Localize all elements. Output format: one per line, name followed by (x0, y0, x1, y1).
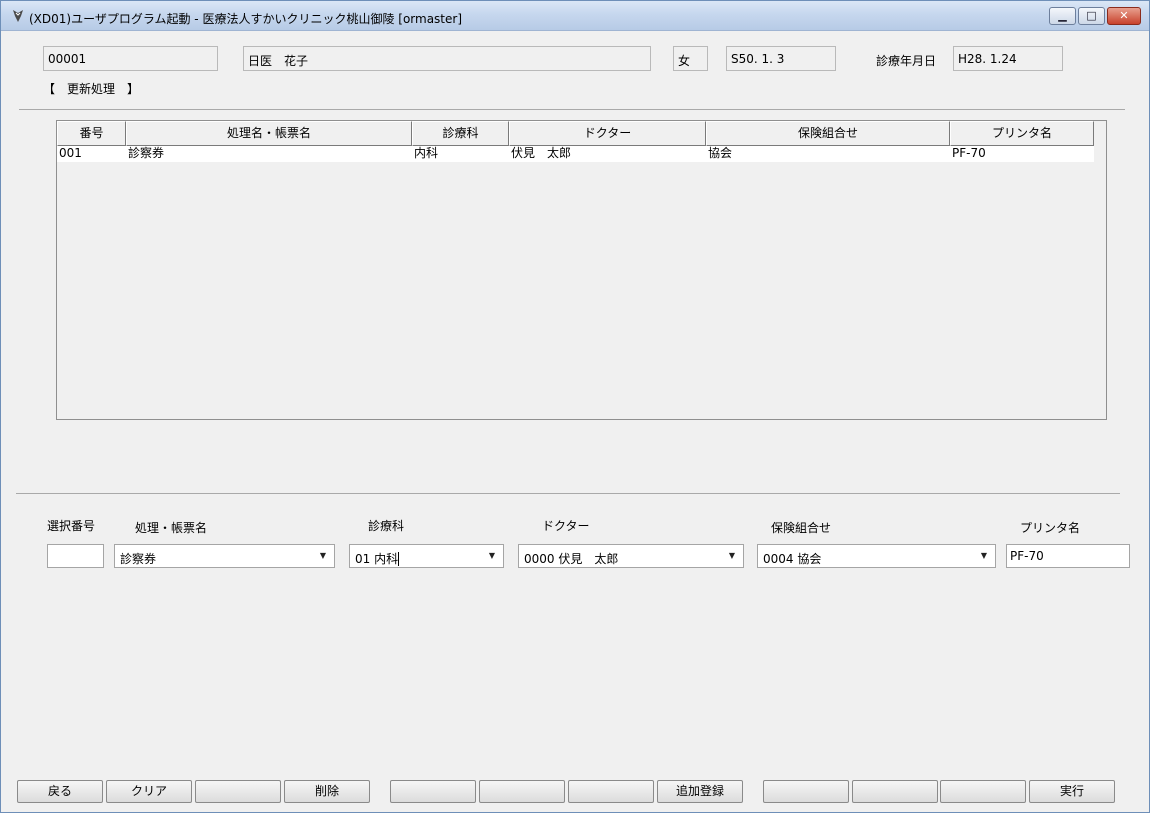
column-header-department[interactable]: 診療科 (412, 121, 509, 146)
chevron-down-icon[interactable]: ▼ (721, 545, 743, 567)
column-header-printer[interactable]: プリンタ名 (950, 121, 1094, 146)
process-name-label: 処理・帳票名 (135, 521, 208, 535)
function-key-7-button[interactable] (568, 780, 654, 803)
insurance-value: 0004 協会 (763, 552, 822, 566)
execute-button[interactable]: 実行 (1029, 780, 1115, 803)
close-button[interactable]: ✕ (1107, 7, 1141, 25)
department-value: 01 内科 (352, 546, 480, 566)
function-key-6-button[interactable] (479, 780, 565, 803)
select-number-input[interactable] (47, 544, 104, 568)
minimize-icon: ▁ (1058, 9, 1067, 22)
cell-insurance: 協会 (708, 146, 733, 160)
doctor-label: ドクター (542, 519, 590, 533)
chevron-down-icon[interactable]: ▼ (312, 545, 334, 567)
window-title: (XD01)ユーザプログラム起動 - 医療法人すかいクリニック桃山御陵 [orm… (29, 12, 463, 26)
function-key-3-button[interactable] (195, 780, 281, 803)
process-name-value: 診察券 (120, 552, 157, 566)
insurance-label: 保険組合せ (771, 521, 832, 535)
process-table[interactable]: 番号 処理名・帳票名 診療科 ドクター 保険組合せ プリンタ名 001 診察券 … (56, 120, 1107, 420)
column-header-number[interactable]: 番号 (57, 121, 126, 146)
patient-name-field: 日医 花子 (243, 46, 651, 71)
printer-input[interactable]: PF-70 (1006, 544, 1130, 568)
department-value-text: 01 内科 (355, 552, 399, 566)
process-name-select[interactable]: 診察券 ▼ (114, 544, 335, 568)
department-label: 診療科 (368, 519, 405, 533)
cell-department: 内科 (414, 146, 439, 160)
visit-date-field: H28. 1.24 (953, 46, 1063, 71)
chevron-down-icon[interactable]: ▼ (973, 545, 995, 567)
function-key-9-button[interactable] (763, 780, 849, 803)
window-controls: ▁ □ ✕ (1049, 7, 1141, 25)
patient-birthdate-field: S50. 1. 3 (726, 46, 836, 71)
table-row[interactable]: 001 診察券 内科 伏見 太郎 協会 PF-70 (57, 146, 1094, 162)
title-bar: (XD01)ユーザプログラム起動 - 医療法人すかいクリニック桃山御陵 [orm… (1, 1, 1149, 31)
department-select[interactable]: 01 内科 ▼ (349, 544, 504, 568)
doctor-value: 0000 伏見 太郎 (524, 552, 619, 566)
cell-number: 001 (59, 146, 82, 160)
table-header: 番号 処理名・帳票名 診療科 ドクター 保険組合せ プリンタ名 (57, 121, 1094, 146)
function-key-5-button[interactable] (390, 780, 476, 803)
divider-middle (16, 493, 1120, 494)
mode-label: 【 更新処理 】 (43, 82, 140, 96)
cell-doctor: 伏見 太郎 (511, 146, 572, 160)
close-icon: ✕ (1119, 9, 1129, 22)
patient-sex-field: 女 (673, 46, 708, 71)
column-header-insurance[interactable]: 保険組合せ (706, 121, 950, 146)
patient-id-field: 00001 (43, 46, 218, 71)
minimize-button[interactable]: ▁ (1049, 7, 1076, 25)
column-header-process-name[interactable]: 処理名・帳票名 (126, 121, 412, 146)
select-number-label: 選択番号 (47, 519, 96, 533)
column-header-doctor[interactable]: ドクター (509, 121, 706, 146)
text-caret (398, 552, 400, 566)
chevron-down-icon[interactable]: ▼ (481, 545, 503, 567)
function-key-11-button[interactable] (940, 780, 1026, 803)
cell-printer: PF-70 (952, 146, 986, 160)
printer-label: プリンタ名 (1020, 521, 1081, 535)
clear-button[interactable]: クリア (106, 780, 192, 803)
maximize-icon: □ (1086, 9, 1097, 22)
insurance-select[interactable]: 0004 協会 ▼ (757, 544, 996, 568)
app-icon (13, 10, 23, 22)
cell-process-name: 診察券 (128, 146, 165, 160)
main-window: (XD01)ユーザプログラム起動 - 医療法人すかいクリニック桃山御陵 [orm… (0, 0, 1150, 813)
visit-date-label: 診療年月日 (876, 54, 937, 68)
doctor-select[interactable]: 0000 伏見 太郎 ▼ (518, 544, 744, 568)
delete-button[interactable]: 削除 (284, 780, 370, 803)
maximize-button[interactable]: □ (1078, 7, 1105, 25)
add-register-button[interactable]: 追加登録 (657, 780, 743, 803)
back-button[interactable]: 戻る (17, 780, 103, 803)
function-key-10-button[interactable] (852, 780, 938, 803)
divider-top (19, 109, 1125, 110)
